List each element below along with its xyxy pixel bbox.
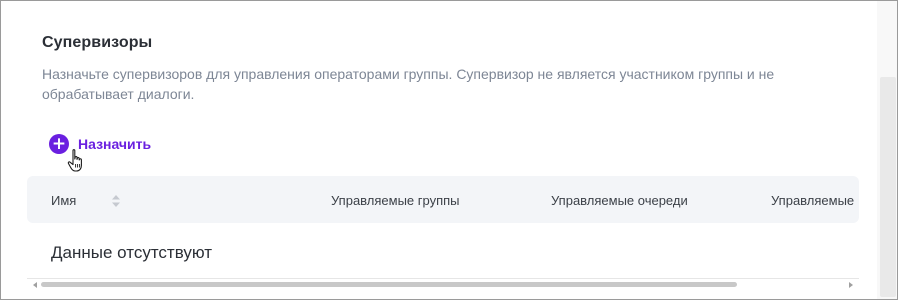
scroll-right-icon[interactable] [849, 282, 853, 288]
supervisors-panel: Супервизоры Назначьте супервизоров для у… [0, 0, 898, 300]
empty-state-text: Данные отсутствуют [51, 243, 213, 262]
table-header: Имя Управляемые группы Управляемые очере… [27, 176, 859, 223]
vertical-scrollbar-thumb[interactable] [880, 77, 896, 297]
column-header-managed-queues: Управляемые очереди [551, 193, 688, 208]
scroll-left-icon[interactable] [33, 282, 37, 288]
column-header-managed: Управляемые [771, 193, 855, 208]
hand-cursor-icon [67, 149, 82, 172]
assign-button[interactable]: + Назначить [49, 134, 151, 154]
column-header-managed-groups: Управляемые группы [331, 193, 460, 208]
vertical-scrollbar[interactable] [877, 1, 897, 299]
section-title: Супервизоры [42, 34, 153, 51]
sort-icon[interactable] [111, 194, 121, 208]
scrollbar-thumb[interactable] [41, 282, 737, 287]
horizontal-scrollbar[interactable] [27, 278, 859, 290]
column-header-name[interactable]: Имя [51, 193, 76, 208]
assign-button-label[interactable]: Назначить [78, 136, 151, 152]
section-description: Назначьте супервизоров для управления оп… [42, 66, 775, 102]
plus-circle-icon[interactable]: + [49, 134, 69, 154]
